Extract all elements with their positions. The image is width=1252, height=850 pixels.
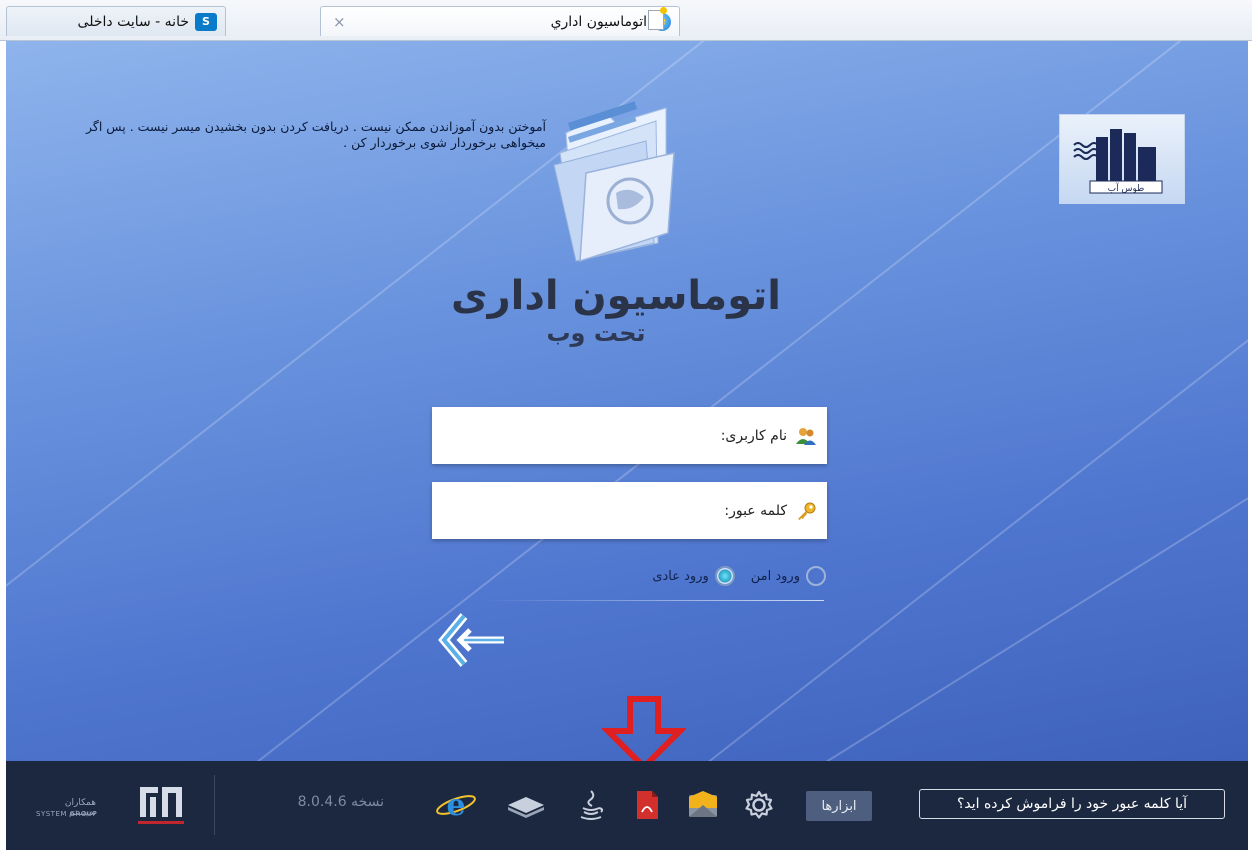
annotation-arrow-icon <box>602 696 686 761</box>
motivational-quote: آموختن بدون آموزاندن ممکن نیست . دریافت … <box>86 119 546 150</box>
tab-label: خانه - سایت داخلی <box>77 13 189 30</box>
new-tab-button[interactable] <box>648 7 667 30</box>
book-icon[interactable] <box>506 788 546 822</box>
username-label: نام کاربری: <box>720 427 787 444</box>
folder-globe-icon <box>553 101 675 263</box>
app-title: اتوماسیون اداری <box>450 273 782 319</box>
normal-login-radio[interactable] <box>714 566 735 586</box>
secure-login-label: ورود امن <box>750 568 800 584</box>
key-icon <box>795 500 817 522</box>
footer-bar: آیا کلمه عبور خود را فراموش کرده اید؟ اب… <box>6 761 1248 850</box>
app-subtitle: تحت وب <box>546 319 646 347</box>
tools-button[interactable]: ابزارها <box>806 791 872 821</box>
users-icon <box>795 425 817 447</box>
close-tab-icon[interactable]: × <box>333 13 346 31</box>
company-logo: طوس آب <box>1059 114 1185 204</box>
login-mode-selector: ورود امن ورود عادی <box>566 564 826 588</box>
mail-icon[interactable] <box>686 788 720 822</box>
password-input[interactable] <box>432 489 725 532</box>
company-logo-text: طوس آب <box>1108 182 1145 194</box>
water-tower-logo: طوس آب <box>1073 129 1163 194</box>
pdf-icon[interactable] <box>630 788 664 822</box>
normal-login-label: ورود عادی <box>652 568 709 584</box>
ie-icon[interactable]: e <box>434 788 478 822</box>
login-button[interactable] <box>434 610 510 674</box>
username-input[interactable] <box>432 414 721 457</box>
login-panel: آموختن بدون آموزاندن ممکن نیست . دریافت … <box>6 41 1248 761</box>
footer-divider <box>214 775 215 835</box>
username-field[interactable]: نام کاربری: <box>432 407 827 464</box>
svg-text:e: e <box>446 788 465 822</box>
secure-login-radio[interactable] <box>806 566 826 586</box>
vendor-name-en: SYSTEM GROUP <box>36 810 98 818</box>
divider-line <box>484 600 824 601</box>
version-label: نسخه 8.0.4.6 <box>297 794 384 810</box>
sharepoint-icon: S <box>195 12 217 31</box>
tab-sharepoint-home[interactable]: S خانه - سایت داخلی <box>6 6 226 36</box>
password-label: کلمه عبور: <box>724 502 787 519</box>
forgot-password-button[interactable]: آیا کلمه عبور خود را فراموش کرده اید؟ <box>919 789 1225 819</box>
java-icon[interactable] <box>574 788 608 822</box>
tab-office-automation[interactable]: e اتوماسیون اداري × <box>320 6 680 36</box>
password-field[interactable]: کلمه عبور: <box>432 482 827 539</box>
tab-label: اتوماسیون اداري <box>550 13 647 30</box>
browser-tab-strip: S خانه - سایت داخلی e اتوماسیون اداري × <box>0 0 1252 41</box>
settings-icon[interactable] <box>742 788 776 822</box>
